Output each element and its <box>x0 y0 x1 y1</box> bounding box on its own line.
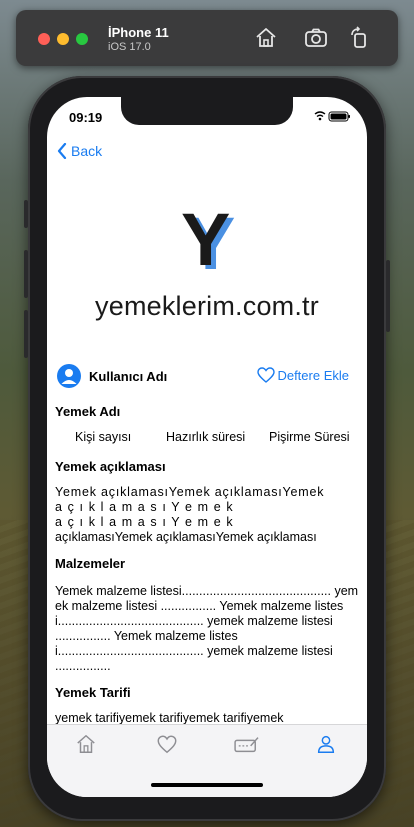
description-line: Yemek açıklamasıYemek açıklamasıYemek <box>55 485 325 499</box>
description-line: açıklamasıYemek açıklamasıYemek açıklama… <box>55 530 317 544</box>
volume-up-button <box>24 250 28 298</box>
rotate-icon[interactable] <box>348 26 372 50</box>
cook-time-label: Pişirme Süresi <box>269 430 350 444</box>
status-time: 09:19 <box>69 110 103 125</box>
add-to-notebook-button[interactable]: Deftere Ekle <box>257 367 349 383</box>
screenshot-icon[interactable] <box>304 26 328 50</box>
app-screen: 09:19 Back Y Y yemeklerim.com.tr Kullanı… <box>47 97 367 797</box>
logo-y-mark: Y Y <box>181 205 235 275</box>
tab-bar <box>47 724 367 797</box>
tab-notebook[interactable] <box>233 733 261 755</box>
recipe-title: Yemek Adı <box>55 404 121 419</box>
avatar[interactable] <box>57 364 81 388</box>
home-icon[interactable] <box>254 26 278 50</box>
prep-time-label: Hazırlık süresi <box>166 430 246 444</box>
back-button[interactable]: Back <box>57 143 102 159</box>
home-indicator <box>151 783 263 787</box>
tab-profile[interactable] <box>315 733 337 755</box>
add-to-notebook-label: Deftere Ekle <box>277 367 349 383</box>
app-logo: Y Y yemeklerim.com.tr <box>47 205 367 325</box>
wifi-battery-icon <box>314 111 350 122</box>
user-row: Kullanıcı Adı Deftere Ekle <box>57 364 357 390</box>
username: Kullanıcı Adı <box>89 369 168 384</box>
tab-home[interactable] <box>75 733 97 755</box>
zoom-window-button[interactable] <box>76 33 88 45</box>
volume-down-button <box>24 310 28 358</box>
description-text: Yemek açıklamasıYemek açıklamasıYemek a … <box>55 485 359 545</box>
power-button <box>386 260 390 332</box>
chevron-left-icon <box>57 143 67 159</box>
tab-favorites[interactable] <box>156 733 178 755</box>
svg-text:Y: Y <box>181 205 230 275</box>
minimize-window-button[interactable] <box>57 33 69 45</box>
mute-switch <box>24 200 28 228</box>
description-title: Yemek açıklaması <box>55 459 166 474</box>
description-line: a ç ı k l a m a s ı Y e m e k <box>55 500 234 514</box>
servings-label: Kişi sayısı <box>75 430 132 444</box>
simulator-os-version: iOS 17.0 <box>108 41 151 53</box>
steps-title: Yemek Tarifi <box>55 685 131 700</box>
simulator-toolbar: İPhone 11 iOS 17.0 <box>16 10 398 66</box>
close-window-button[interactable] <box>38 33 50 45</box>
ingredients-text: Yemek malzeme listesi...................… <box>55 584 359 673</box>
logo-text: yemeklerim.com.tr <box>95 291 319 321</box>
notch <box>121 97 293 125</box>
person-icon <box>61 369 77 384</box>
description-line: a ç ı k l a m a s ı Y e m e k <box>55 515 234 529</box>
simulator-device-name: İPhone 11 <box>108 25 169 40</box>
ingredients-title: Malzemeler <box>55 556 126 571</box>
heart-icon <box>257 367 276 383</box>
back-label: Back <box>71 143 103 159</box>
